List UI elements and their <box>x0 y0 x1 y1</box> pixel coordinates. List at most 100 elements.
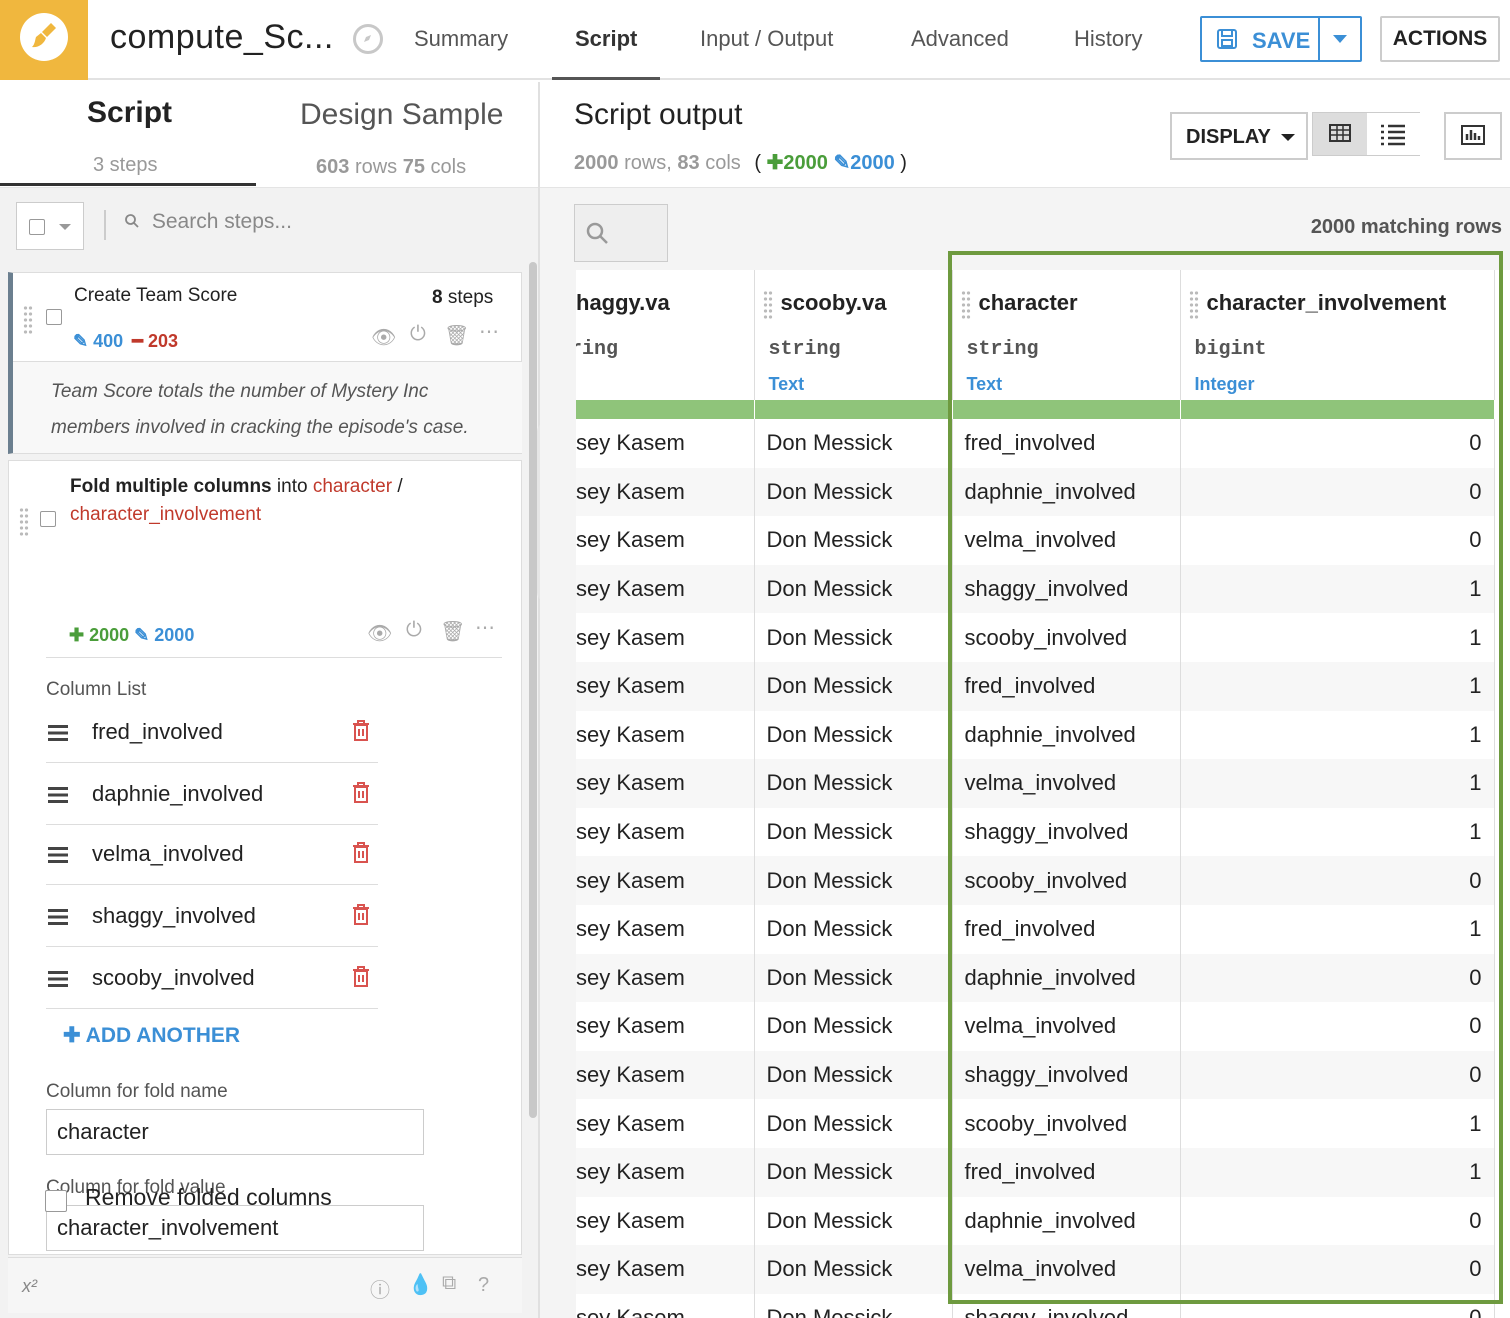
table-cell[interactable]: sey Kasem <box>576 1196 755 1246</box>
table-cell[interactable]: Don Messick <box>754 807 953 857</box>
list-view-icon[interactable] <box>1367 113 1420 155</box>
help-icon[interactable]: ? <box>478 1274 489 1297</box>
compass-icon[interactable] <box>353 24 383 54</box>
step-create-team-score[interactable]: Create Team Score 8 steps ✎ 400 ━ 203 👁 … <box>8 272 522 454</box>
table-row[interactable]: sey Kasem Don Messick velma_involved 0 <box>576 1245 1495 1294</box>
table-cell[interactable]: Don Messick <box>754 710 953 760</box>
drag-handle[interactable] <box>960 290 971 320</box>
select-all-checkbox[interactable] <box>29 219 45 235</box>
table-row[interactable]: sey Kasem Don Messick fred_involved 0 <box>576 419 1495 468</box>
column-header[interactable]: haggy.va ring t <box>576 270 755 400</box>
table-cell[interactable]: 0 <box>1180 1293 1495 1318</box>
table-cell[interactable]: 1 <box>1180 1147 1495 1197</box>
table-cell[interactable]: 0 <box>1180 1245 1495 1294</box>
table-cell[interactable]: Don Messick <box>754 1050 953 1100</box>
table-cell[interactable]: Don Messick <box>754 661 953 711</box>
search-steps-input[interactable]: Search steps... <box>124 210 292 234</box>
reorder-icon[interactable] <box>48 787 68 803</box>
table-cell[interactable]: 0 <box>1180 516 1495 565</box>
table-row[interactable]: sey Kasem Don Messick velma_involved 0 <box>576 1002 1495 1051</box>
steps-scrollbar[interactable] <box>529 262 537 1118</box>
tab-input-output[interactable]: Input / Output <box>700 26 833 52</box>
table-row[interactable]: sey Kasem Don Messick shaggy_involved 0 <box>576 1050 1495 1100</box>
table-cell[interactable]: 0 <box>1180 419 1495 468</box>
table-row[interactable]: sey Kasem Don Messick daphnie_involved 0 <box>576 953 1495 1003</box>
table-cell[interactable]: Don Messick <box>754 856 953 905</box>
table-cell[interactable]: Don Messick <box>754 953 953 1003</box>
table-cell[interactable]: Don Messick <box>754 904 953 954</box>
table-row[interactable]: sey Kasem Don Messick velma_involved 1 <box>576 759 1495 808</box>
table-cell[interactable]: scooby_involved <box>952 856 1181 905</box>
table-cell[interactable]: sey Kasem <box>576 904 755 954</box>
table-cell[interactable]: shaggy_involved <box>952 1050 1181 1100</box>
column-meaning[interactable]: Text <box>967 374 1003 395</box>
column-header[interactable]: scooby.va string Text <box>754 270 953 400</box>
table-row[interactable]: sey Kasem Don Messick fred_involved 1 <box>576 661 1495 711</box>
table-cell[interactable]: daphnie_involved <box>952 1196 1181 1246</box>
table-cell[interactable]: 0 <box>1180 1050 1495 1100</box>
save-dropdown-button[interactable] <box>1320 18 1360 60</box>
table-cell[interactable]: fred_involved <box>952 904 1181 954</box>
step-checkbox[interactable] <box>46 309 62 325</box>
table-cell[interactable]: 1 <box>1180 710 1495 760</box>
table-cell[interactable]: daphnie_involved <box>952 467 1181 517</box>
fold-value-input[interactable] <box>46 1205 424 1251</box>
copy-icon[interactable]: ⧉ <box>442 1272 456 1295</box>
step-fold-columns[interactable]: Fold multiple columns into character / c… <box>8 460 522 1255</box>
column-name[interactable]: scooby_involved <box>92 965 255 991</box>
drop-icon[interactable]: 💧 <box>408 1272 433 1297</box>
table-cell[interactable]: sey Kasem <box>576 467 755 517</box>
column-name[interactable]: daphnie_involved <box>92 781 263 807</box>
tab-script[interactable]: Script <box>575 26 637 52</box>
table-cell[interactable]: sey Kasem <box>576 953 755 1003</box>
table-cell[interactable]: shaggy_involved <box>952 1293 1181 1318</box>
table-cell[interactable]: Don Messick <box>754 613 953 662</box>
drag-handle[interactable] <box>23 305 33 335</box>
table-row[interactable]: sey Kasem Don Messick daphnie_involved 1 <box>576 710 1495 760</box>
table-cell[interactable]: velma_involved <box>952 759 1181 808</box>
tab-design-sample[interactable]: Design Sample <box>300 98 503 132</box>
table-cell[interactable]: Don Messick <box>754 1099 953 1148</box>
table-cell[interactable]: daphnie_involved <box>952 710 1181 760</box>
reorder-icon[interactable] <box>48 725 68 741</box>
select-all-dropdown[interactable] <box>16 202 84 250</box>
table-row[interactable]: sey Kasem Don Messick fred_involved 1 <box>576 904 1495 954</box>
table-cell[interactable]: Don Messick <box>754 516 953 565</box>
table-cell[interactable]: Don Messick <box>754 419 953 468</box>
table-cell[interactable]: shaggy_involved <box>952 564 1181 614</box>
table-cell[interactable]: Don Messick <box>754 1002 953 1051</box>
table-cell[interactable]: sey Kasem <box>576 661 755 711</box>
eye-icon[interactable]: 👁 <box>367 621 392 646</box>
table-cell[interactable]: Don Messick <box>754 1293 953 1318</box>
table-cell[interactable]: 0 <box>1180 1002 1495 1051</box>
reorder-icon[interactable] <box>48 847 68 863</box>
step-checkbox[interactable] <box>40 511 56 527</box>
table-cell[interactable]: 1 <box>1180 904 1495 954</box>
table-cell[interactable]: sey Kasem <box>576 516 755 565</box>
recipe-logo[interactable] <box>0 0 88 80</box>
table-cell[interactable]: 1 <box>1180 613 1495 662</box>
table-cell[interactable]: sey Kasem <box>576 613 755 662</box>
table-row[interactable]: sey Kasem Don Messick daphnie_involved 0 <box>576 1196 1495 1246</box>
reorder-icon[interactable] <box>48 971 68 987</box>
table-cell[interactable]: Don Messick <box>754 759 953 808</box>
table-cell[interactable]: sey Kasem <box>576 1099 755 1148</box>
more-icon[interactable]: ⋯ <box>479 319 499 344</box>
table-row[interactable]: sey Kasem Don Messick shaggy_involved 1 <box>576 564 1495 614</box>
display-dropdown[interactable]: DISPLAY <box>1170 112 1308 160</box>
table-cell[interactable]: sey Kasem <box>576 1002 755 1051</box>
power-icon[interactable]: ⏻ <box>410 323 426 346</box>
table-cell[interactable]: Don Messick <box>754 1245 953 1294</box>
drag-handle[interactable] <box>1188 290 1199 320</box>
chart-icon[interactable] <box>1444 112 1502 160</box>
table-cell[interactable]: fred_involved <box>952 661 1181 711</box>
drag-handle[interactable] <box>19 507 29 537</box>
table-row[interactable]: sey Kasem Don Messick velma_involved 0 <box>576 516 1495 565</box>
table-cell[interactable]: sey Kasem <box>576 1147 755 1197</box>
grid-view-icon[interactable] <box>1313 113 1367 155</box>
column-name[interactable]: fred_involved <box>92 719 223 745</box>
table-row[interactable]: sey Kasem Don Messick scooby_involved 0 <box>576 856 1495 905</box>
table-cell[interactable]: sey Kasem <box>576 856 755 905</box>
trash-icon[interactable] <box>351 903 371 927</box>
table-row[interactable]: sey Kasem Don Messick scooby_involved 1 <box>576 613 1495 662</box>
